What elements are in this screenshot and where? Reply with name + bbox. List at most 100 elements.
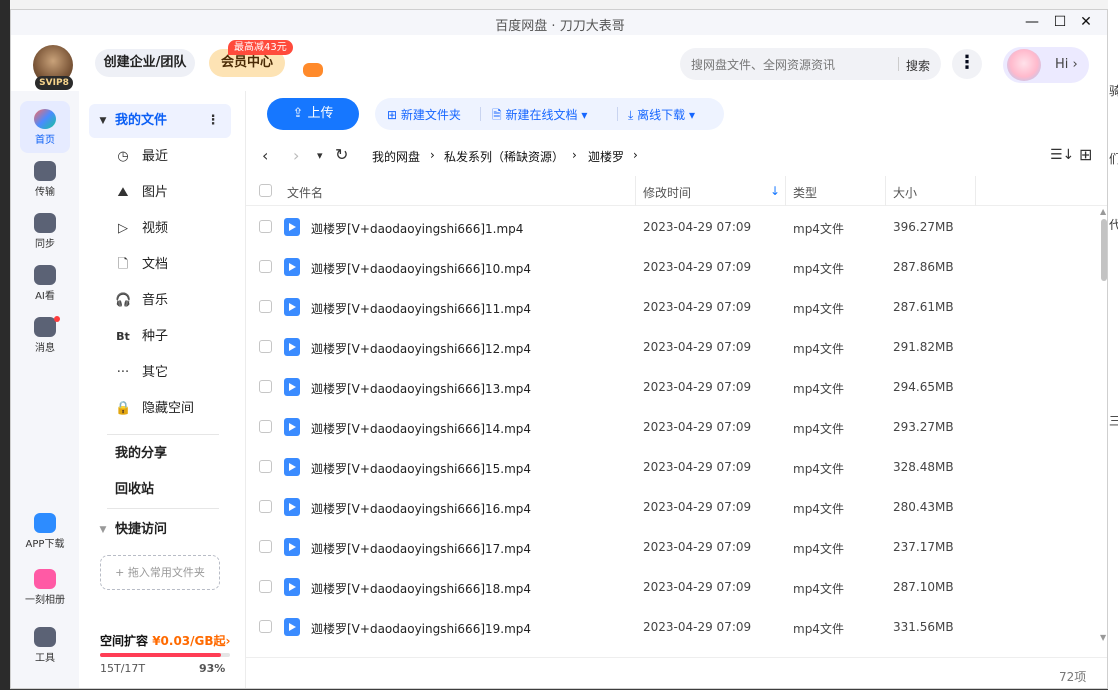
minimize-button[interactable]: — [1019, 12, 1045, 32]
rail-item-home[interactable]: 首页 [20, 101, 70, 153]
breadcrumb-item-current[interactable]: 迦楼罗 [588, 148, 624, 165]
file-mtime: 2023-04-29 07:09 [643, 300, 752, 314]
column-divider [785, 176, 786, 206]
nav-item-recent[interactable]: ◷ 最近 [89, 140, 231, 174]
column-divider [885, 176, 886, 206]
table-row[interactable]: 迦楼罗[V+daodaoyingshi666]10.mp4 2023-04-29 … [246, 247, 1098, 287]
search-input[interactable]: 搜网盘文件、全网资源资讯 [691, 56, 835, 73]
close-button[interactable]: ✕ [1073, 12, 1099, 32]
table-row[interactable]: 迦楼罗[V+daodaoyingshi666]13.mp4 2023-04-29 … [246, 367, 1098, 407]
row-checkbox[interactable] [259, 300, 272, 313]
history-dropdown-icon[interactable]: ▾ [317, 149, 323, 162]
space-upgrade-link[interactable]: 空间扩容 ¥0.03/GB起› [100, 632, 231, 649]
scroll-up-icon[interactable]: ▲ [1100, 207, 1106, 216]
file-name[interactable]: 迦楼罗[V+daodaoyingshi666]11.mp4 [311, 300, 531, 317]
file-name[interactable]: 迦楼罗[V+daodaoyingshi666]1.mp4 [311, 220, 523, 237]
search-button[interactable]: 搜索 [906, 57, 930, 74]
file-name[interactable]: 迦楼罗[V+daodaoyingshi666]15.mp4 [311, 460, 531, 477]
create-team-button[interactable]: 创建企业/团队 [95, 49, 195, 77]
file-name[interactable]: 迦楼罗[V+daodaoyingshi666]13.mp4 [311, 380, 531, 397]
column-header-mtime[interactable]: 修改时间 [643, 184, 691, 201]
breadcrumb-item[interactable]: 我的网盘 [372, 148, 420, 165]
breadcrumb-item[interactable]: 私发系列（稀缺资源） [444, 148, 564, 165]
rail-item-transfer[interactable]: 传输 [20, 161, 70, 198]
file-name[interactable]: 迦楼罗[V+daodaoyingshi666]19.mp4 [311, 620, 531, 637]
file-name[interactable]: 迦楼罗[V+daodaoyingshi666]14.mp4 [311, 420, 531, 437]
nav-item-docs[interactable]: 🗋 文档 [89, 248, 231, 282]
forward-button[interactable]: › [293, 146, 299, 165]
column-header-type[interactable]: 类型 [793, 184, 817, 201]
row-checkbox[interactable] [259, 220, 272, 233]
rail-item-album[interactable]: 一刻相册 [20, 569, 70, 606]
nav-item-videos[interactable]: ▷ 视频 [89, 212, 231, 246]
rail-item-tools[interactable]: 工具 [20, 627, 70, 664]
select-all-checkbox[interactable] [259, 184, 272, 197]
maximize-button[interactable]: ☐ [1047, 12, 1073, 32]
file-size: 237.17MB [893, 540, 954, 554]
new-folder-button[interactable]: ⊞ 新建文件夹 [387, 106, 461, 123]
row-checkbox[interactable] [259, 420, 272, 433]
rail-item-sync[interactable]: 同步 [20, 213, 70, 250]
file-mtime: 2023-04-29 07:09 [643, 340, 752, 354]
scroll-down-icon[interactable]: ▼ [1100, 633, 1106, 642]
nav-my-share[interactable]: 我的分享 [89, 437, 231, 471]
refresh-button[interactable]: ↻ [335, 145, 348, 164]
lock-icon: 🔒 [115, 401, 132, 416]
table-row[interactable]: 迦楼罗[V+daodaoyingshi666]17.mp4 2023-04-29 … [246, 527, 1098, 567]
row-checkbox[interactable] [259, 340, 272, 353]
table-row[interactable]: 迦楼罗[V+daodaoyingshi666]1.mp4 2023-04-29 0… [246, 207, 1098, 247]
row-checkbox[interactable] [259, 540, 272, 553]
table-row[interactable]: 迦楼罗[V+daodaoyingshi666]15.mp4 2023-04-29 … [246, 447, 1098, 487]
row-checkbox[interactable] [259, 260, 272, 273]
sort-order-icon[interactable]: ☰↓ [1050, 147, 1074, 163]
offline-download-button[interactable]: ⤓ 离线下载 ▾ [628, 106, 695, 123]
nav-item-other[interactable]: ··· 其它 [89, 356, 231, 390]
table-row[interactable]: 迦楼罗[V+daodaoyingshi666]16.mp4 2023-04-29 … [246, 487, 1098, 527]
game-controller-icon[interactable] [303, 63, 323, 77]
video-file-icon [284, 338, 300, 356]
more-icon[interactable]: ⋮ [205, 104, 221, 138]
file-name[interactable]: 迦楼罗[V+daodaoyingshi666]17.mp4 [311, 540, 531, 557]
scrollbar-thumb[interactable] [1101, 219, 1107, 281]
row-checkbox[interactable] [259, 620, 272, 633]
table-row[interactable]: 迦楼罗[V+daodaoyingshi666]14.mp4 2023-04-29 … [246, 407, 1098, 447]
toolbar-group: ⊞ 新建文件夹 🗎 新建在线文档 ▾ ⤓ 离线下载 ▾ [375, 98, 724, 130]
file-name[interactable]: 迦楼罗[V+daodaoyingshi666]10.mp4 [311, 260, 531, 277]
rail-item-message[interactable]: 消息 [20, 317, 70, 354]
table-row[interactable]: 迦楼罗[V+daodaoyingshi666]11.mp4 2023-04-29 … [246, 287, 1098, 327]
nav-my-files[interactable]: ▼ 我的文件 ⋮ [89, 104, 231, 138]
nav-item-label: 种子 [142, 329, 169, 344]
row-checkbox[interactable] [259, 500, 272, 513]
table-row[interactable]: 迦楼罗[V+daodaoyingshi666]12.mp4 2023-04-29 … [246, 327, 1098, 367]
assistant-hi-button[interactable]: Hi › [1003, 47, 1089, 83]
table-row[interactable]: 迦楼罗[V+daodaoyingshi666]18.mp4 2023-04-29 … [246, 567, 1098, 607]
drop-folder-zone[interactable]: + 拖入常用文件夹 [100, 555, 220, 590]
file-name[interactable]: 迦楼罗[V+daodaoyingshi666]16.mp4 [311, 500, 531, 517]
rail-item-ai-watch[interactable]: AI看 [20, 265, 70, 302]
grid-view-icon[interactable]: ⊞ [1079, 145, 1092, 164]
file-name[interactable]: 迦楼罗[V+daodaoyingshi666]18.mp4 [311, 580, 531, 597]
back-button[interactable]: ‹ [262, 146, 268, 165]
column-header-size[interactable]: 大小 [893, 184, 917, 201]
nav-quick-access[interactable]: ▼ 快捷访问 [89, 513, 231, 547]
nav-recycle-bin[interactable]: 回收站 [89, 473, 231, 507]
new-online-doc-button[interactable]: 🗎 新建在线文档 ▾ [492, 106, 587, 127]
row-checkbox[interactable] [259, 380, 272, 393]
search-box[interactable]: 搜网盘文件、全网资源资讯 搜索 [680, 48, 941, 80]
row-checkbox[interactable] [259, 580, 272, 593]
file-type: mp4文件 [793, 262, 844, 276]
rail-item-app-download[interactable]: APP下载 [20, 513, 70, 550]
nav-item-torrent[interactable]: Bt 种子 [89, 320, 231, 354]
row-checkbox[interactable] [259, 460, 272, 473]
video-file-icon [284, 498, 300, 516]
file-name[interactable]: 迦楼罗[V+daodaoyingshi666]12.mp4 [311, 340, 531, 357]
table-row[interactable]: 迦楼罗[V+daodaoyingshi666]19.mp4 2023-04-29 … [246, 607, 1098, 647]
sort-desc-icon[interactable]: ↓ [770, 184, 780, 198]
nav-item-hidden-space[interactable]: 🔒 隐藏空间 [89, 392, 231, 426]
nav-item-music[interactable]: 🎧 音乐 [89, 284, 231, 318]
upload-button[interactable]: ⇪ 上传 [267, 98, 359, 130]
nav-item-images[interactable]: ⛰ 图片 [89, 176, 231, 210]
column-header-name[interactable]: 文件名 [287, 184, 323, 201]
more-menu-icon[interactable]: ⋮ [952, 49, 982, 79]
file-list-scrollbar[interactable]: ▲ ▼ [1098, 207, 1107, 645]
